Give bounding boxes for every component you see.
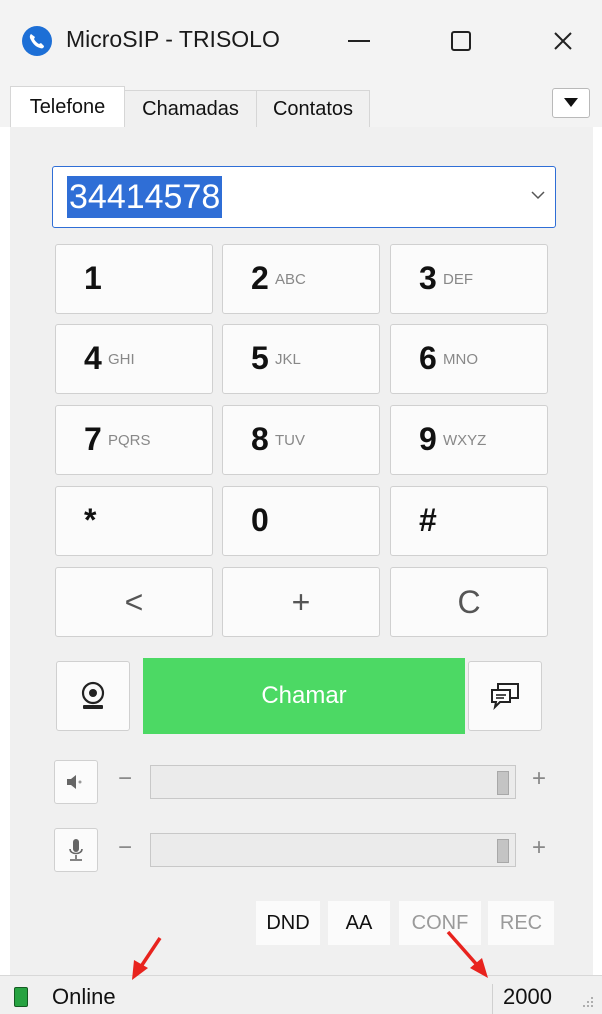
key-6[interactable]: 6 MNO [390, 324, 548, 394]
menu-dropdown-button[interactable] [552, 88, 590, 118]
key-letters: JKL [275, 351, 301, 368]
key-letters: ABC [275, 271, 306, 288]
key-letters: MNO [443, 351, 478, 368]
key-3[interactable]: 3 DEF [390, 244, 548, 314]
key-digit: * [84, 502, 97, 538]
plus-button[interactable]: + [222, 567, 380, 637]
chat-message-icon [491, 683, 519, 710]
backspace-label: < [124, 584, 144, 620]
key-8[interactable]: 8 TUV [222, 405, 380, 475]
status-bar: Online 2000 [0, 975, 602, 1014]
close-button[interactable] [534, 16, 592, 66]
tab-contatos[interactable]: Contatos [256, 90, 370, 127]
key-digit: 4 [84, 340, 102, 376]
speaker-minus: − [118, 765, 133, 792]
chevron-down-icon[interactable] [531, 191, 545, 200]
resize-grip-icon[interactable] [582, 996, 594, 1008]
key-letters: DEF [443, 271, 473, 288]
mic-minus: − [118, 834, 133, 861]
key-letters: WXYZ [443, 432, 487, 449]
speaker-slider-thumb[interactable] [497, 771, 509, 795]
key-digit: 9 [419, 421, 437, 457]
minimize-icon [348, 40, 370, 42]
key-digit: # [419, 502, 437, 538]
record-button[interactable]: REC [488, 901, 554, 945]
key-letters: GHI [108, 351, 135, 368]
call-button[interactable]: Chamar [143, 658, 465, 734]
extension-number: 2000 [492, 984, 570, 1014]
key-digit: 2 [251, 260, 269, 296]
key-digit: 6 [419, 340, 437, 376]
rec-label: REC [499, 911, 543, 934]
call-label: Chamar [261, 682, 347, 709]
online-status-icon [14, 987, 28, 1007]
tab-chamadas[interactable]: Chamadas [124, 90, 257, 127]
close-icon [554, 32, 572, 50]
plus-label: + [291, 584, 311, 620]
message-button[interactable] [468, 661, 542, 731]
mic-volume-slider[interactable] [150, 833, 516, 867]
speaker-icon [67, 775, 82, 789]
tab-label: Telefone [29, 96, 106, 118]
key-7[interactable]: 7 PQRS [55, 405, 213, 475]
maximize-icon [451, 31, 471, 51]
speaker-volume-slider[interactable] [150, 765, 516, 799]
status-text[interactable]: Online [52, 984, 116, 1010]
key-hash[interactable]: # [390, 486, 548, 556]
speaker-mute-button[interactable] [54, 760, 98, 804]
key-2[interactable]: 2 ABC [222, 244, 380, 314]
key-5[interactable]: 5 JKL [222, 324, 380, 394]
key-digit: 5 [251, 340, 269, 376]
dnd-button[interactable]: DND [256, 901, 320, 945]
video-call-button[interactable] [56, 661, 130, 731]
mic-slider-thumb[interactable] [497, 839, 509, 863]
microsip-phone-icon [22, 26, 52, 56]
tab-bar: Telefone Chamadas Contatos [0, 82, 602, 128]
key-star[interactable]: * [55, 486, 213, 556]
key-0[interactable]: 0 [222, 486, 380, 556]
number-input[interactable]: 34414578 [52, 166, 556, 228]
auto-answer-button[interactable]: AA [328, 901, 390, 945]
number-value: 34414578 [67, 176, 223, 218]
window-title: MicroSIP - TRISOLO [66, 26, 280, 52]
aa-label: AA [345, 911, 373, 934]
key-digit: 8 [251, 421, 269, 457]
key-1[interactable]: 1 [55, 244, 213, 314]
key-digit: 1 [84, 260, 102, 296]
key-letters: PQRS [108, 432, 151, 449]
clear-button[interactable]: C [390, 567, 548, 637]
key-digit: 0 [251, 502, 269, 538]
minimize-button[interactable] [330, 16, 388, 66]
key-digit: 3 [419, 260, 437, 296]
triangle-down-icon [564, 98, 578, 107]
key-4[interactable]: 4 GHI [55, 324, 213, 394]
dnd-label: DND [266, 911, 310, 934]
webcam-icon [81, 681, 105, 709]
key-9[interactable]: 9 WXYZ [390, 405, 548, 475]
tab-label: Chamadas [142, 97, 239, 120]
key-digit: 7 [84, 421, 102, 457]
tab-telefone[interactable]: Telefone [10, 86, 125, 128]
conference-button[interactable]: CONF [399, 901, 481, 945]
key-letters: TUV [275, 432, 305, 449]
title-bar[interactable]: MicroSIP - TRISOLO [0, 0, 602, 82]
mic-plus: + [532, 834, 547, 861]
clear-label: C [457, 584, 481, 620]
mic-mute-button[interactable] [54, 828, 98, 872]
speaker-plus: + [532, 765, 547, 792]
conf-label: CONF [411, 911, 469, 934]
microphone-icon [69, 839, 83, 861]
backspace-button[interactable]: < [55, 567, 213, 637]
tab-label: Contatos [272, 97, 354, 120]
maximize-button[interactable] [432, 16, 490, 66]
